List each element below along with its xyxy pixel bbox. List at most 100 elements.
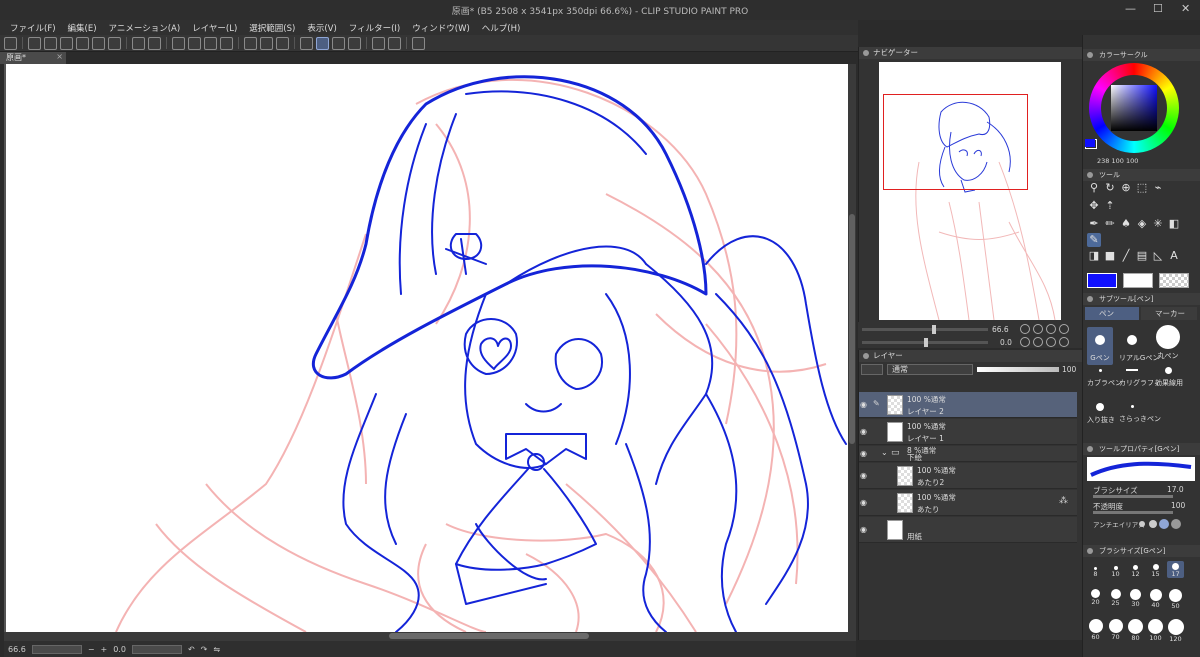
antialias-weak[interactable] [1149,520,1157,528]
fill-tool-icon[interactable]: ◨ [1087,249,1101,263]
brush-size-preset[interactable]: 20 [1087,589,1104,606]
panel-menu-icon[interactable] [1087,172,1093,178]
rotate-tool-icon[interactable]: ↻ [1103,181,1117,195]
brush-size-slider[interactable] [1093,495,1173,498]
ruler-tool-icon[interactable]: ◺ [1151,249,1165,263]
zoom-out-icon[interactable]: − [88,645,95,654]
sub-tool-tab-marker[interactable]: マーカー [1141,307,1197,320]
reset-rotate-button[interactable] [1046,337,1056,347]
zoom-in-button[interactable] [1033,324,1043,334]
tool-property-header[interactable]: ツールプロパティ[Gペン] [1083,443,1200,455]
navigator-view-rect[interactable] [883,94,1028,190]
layer-color-dropdown[interactable] [861,364,883,375]
fit-button[interactable] [1046,324,1056,334]
brush-size-header[interactable]: ブラシサイズ[Gペン] [1083,545,1200,557]
navigator-preview[interactable] [879,62,1061,320]
brush-saraki-pen[interactable]: さらっきペン [1119,399,1161,424]
rotate-right-button[interactable] [1033,337,1043,347]
tool-panel-header[interactable]: ツール [1083,169,1200,181]
brush-size-preset[interactable]: 8 [1087,563,1104,578]
visibility-eye-icon[interactable]: ◉ [860,449,867,458]
brush-size-preset[interactable]: 100 [1147,619,1164,642]
stabilizer-icon[interactable] [332,36,345,50]
color-wheel-header[interactable]: カラーサークル [1083,49,1200,61]
visibility-eye-icon[interactable]: ◉ [860,427,867,436]
brush-size-preset[interactable]: 70 [1107,619,1124,641]
layer-tab[interactable]: レイヤー [859,350,1082,362]
layer-row[interactable]: ◉ 100 %通常 あたり2 [859,463,1077,489]
open-file-icon[interactable] [44,36,57,50]
deselect-icon[interactable] [172,36,185,50]
pencil-tool-icon[interactable]: ✏ [1103,217,1117,231]
layer-row[interactable]: ◉ ✎ 100 %通常 レイヤー 2 [859,392,1077,418]
brush-size-preset[interactable]: 60 [1087,619,1104,641]
brush-size-preset[interactable]: 80 [1127,619,1144,642]
color-wheel[interactable] [1089,63,1195,169]
panel-menu-icon[interactable] [863,353,869,359]
menu-file[interactable]: ファイル(F) [10,22,56,34]
clear-icon[interactable] [188,36,201,50]
move-layer-tool-icon[interactable]: ⇡ [1103,199,1117,213]
save-icon[interactable] [60,36,73,50]
brush-size-preset[interactable]: 12 [1127,563,1144,578]
layer-row[interactable]: ◉ 100 %通常 あたり ⁂ [859,490,1077,516]
folder-expand-icon[interactable]: ⌄ [881,448,888,457]
move-tool-icon[interactable]: ✥ [1087,199,1101,213]
undo-icon[interactable] [132,36,145,50]
eyedropper-tool-icon[interactable]: ⌁ [1151,181,1165,195]
new-file-icon[interactable] [28,36,41,50]
menu-edit[interactable]: 編集(E) [68,22,97,34]
export-icon[interactable] [92,36,105,50]
minimize-button[interactable]: — [1125,2,1136,15]
menu-filter[interactable]: フィルター(I) [349,22,400,34]
brush-size-preset[interactable]: 120 [1167,619,1184,643]
operation-tool-icon[interactable]: ⊕ [1119,181,1133,195]
pen-pressure-icon[interactable] [316,36,329,50]
drawing-canvas[interactable] [4,64,848,632]
menu-help[interactable]: ヘルプ(H) [482,22,521,34]
panel-menu-icon[interactable] [1087,548,1093,554]
flip-horizontal-button[interactable] [1059,337,1069,347]
navigator-zoom-slider[interactable] [862,325,988,334]
actual-size-button[interactable] [1059,324,1069,334]
brush-size-preset[interactable]: 50 [1167,589,1184,610]
redo-icon[interactable] [148,36,161,50]
rotate-left-icon[interactable]: ↶ [188,645,195,654]
decoration-tool-icon[interactable]: ✳ [1151,217,1165,231]
brush-size-preset-selected[interactable]: 17 [1167,561,1184,578]
brush-real-g-pen[interactable]: リアルGペン [1119,327,1159,363]
brush-settings-icon[interactable] [348,36,361,50]
saturation-value-square[interactable] [1111,85,1157,131]
text-tool-icon[interactable]: A [1167,249,1181,263]
snap-grid-icon[interactable] [276,36,289,50]
zoom-in-icon[interactable]: + [101,645,108,654]
brush-size-preset[interactable]: 15 [1147,563,1164,578]
brush-size-preset[interactable]: 25 [1107,589,1124,607]
materials-icon[interactable] [372,36,385,50]
zoom-out-button[interactable] [1020,324,1030,334]
blend-tool-icon[interactable]: ✎ [1087,233,1101,247]
menu-selection[interactable]: 選択範囲(S) [249,22,295,34]
menu-view[interactable]: 表示(V) [307,22,336,34]
rotate-right-icon[interactable]: ↷ [201,645,208,654]
rotate-slider-knob[interactable] [924,338,928,347]
menu-layer[interactable]: レイヤー(L) [192,22,237,34]
layer-row[interactable]: ◉ 用紙 [859,517,1077,543]
panel-menu-icon[interactable] [863,50,869,56]
brush-size-preset[interactable]: 30 [1127,589,1144,608]
eraser-tool-icon[interactable]: ◧ [1167,217,1181,231]
zoom-slider[interactable] [31,644,82,654]
maximize-button[interactable]: ☐ [1153,2,1163,15]
brush-size-preset[interactable]: 40 [1147,589,1164,609]
brush-g-pen[interactable]: Gペン [1087,327,1113,365]
help-icon[interactable] [388,36,401,50]
antialias-none[interactable] [1139,521,1145,527]
visibility-eye-icon[interactable]: ◉ [860,471,867,480]
device-icon[interactable] [412,36,425,50]
hide-selection-icon[interactable] [244,36,257,50]
pen-tool-icon[interactable]: ✒ [1087,217,1101,231]
layer-row[interactable]: ◉ 100 %通常 レイヤー 1 [859,419,1077,445]
rotate-slider[interactable] [131,644,182,654]
figure-tool-icon[interactable]: ╱ [1119,249,1133,263]
document-tab[interactable]: 原画* × [0,52,66,64]
